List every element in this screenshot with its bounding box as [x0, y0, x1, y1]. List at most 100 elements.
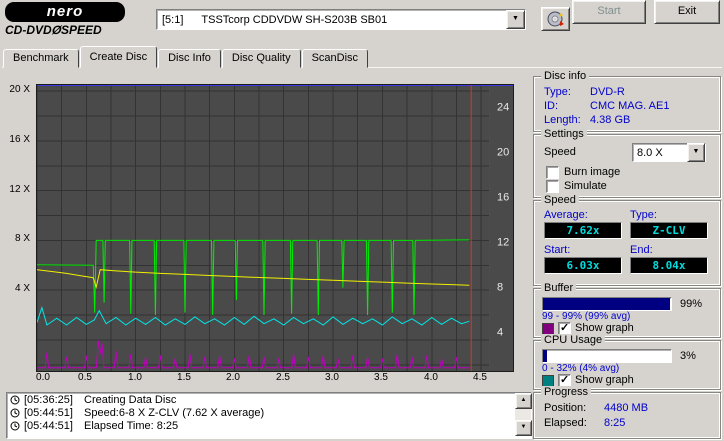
capacity-axis-labels: 0.0 0.5 1.0 1.5 2.0 2.5 3.0 3.5 4.0 4.5: [36, 372, 522, 385]
group-title: Speed: [541, 194, 579, 206]
log-time: [05:44:51]: [24, 419, 73, 432]
capacity-axis-tick: 1.0: [128, 372, 142, 383]
burn-disc-button[interactable]: [541, 7, 570, 31]
settings-group: Settings Speed 8.0 X ▼ Burn image Simula…: [533, 128, 721, 198]
average-label: Average:: [544, 209, 588, 221]
capacity-axis-tick: 1.5: [177, 372, 191, 383]
capacity-axis-tick: 3.0: [325, 372, 339, 383]
group-title: Buffer: [541, 282, 577, 294]
log-text: Creating Data Disc: [84, 393, 177, 406]
svg-text:12: 12: [497, 237, 509, 249]
progress-group: Progress Position: 4480 MB Elapsed: 8:25: [533, 386, 721, 439]
disc-info-group: Disc info Type: DVD-R ID: CMC MAG. AE1 Len…: [533, 70, 721, 132]
buffer-level-bar: [542, 297, 672, 311]
svg-text:16: 16: [497, 192, 509, 204]
type-label: Type:: [630, 209, 657, 221]
svg-text:8: 8: [497, 282, 503, 294]
drive-select-value: [5:1] TSSTcorp CDDVDW SH-S203B SB01: [162, 13, 388, 26]
tab-disc-info[interactable]: Disc Info: [158, 49, 221, 68]
log-panel: [05:36:25] Creating Data Disc [05:44:51]…: [6, 392, 532, 439]
write-type-display: Z-CLV: [630, 222, 708, 239]
buffer-range: 99 - 99% (99% avg): [542, 311, 631, 322]
nero-cd-dvd-speed-window: nero CD-DVDØSPEED [5:1] TSSTcorp CDDVDW S…: [0, 0, 724, 441]
buffer-level-fill: [543, 298, 670, 310]
group-title: Disc info: [541, 70, 590, 82]
log-entry: [05:44:51] Speed:6-8 X Z-CLV (7.62 X ave…: [7, 406, 531, 419]
cd-dvd-speed-logo: CD-DVDØSPEED: [5, 23, 102, 37]
speed-axis-tick: 12 X: [9, 184, 30, 195]
scroll-up-icon[interactable]: ▲: [515, 393, 532, 409]
tab-disc-quality[interactable]: Disc Quality: [221, 49, 301, 68]
speed-group: Speed Average: Type: 7.62x Z-CLV Start: …: [533, 194, 721, 286]
capacity-axis-tick: 2.0: [226, 372, 240, 383]
speed-axis-labels: 20 X 16 X 12 X 8 X 4 X: [0, 84, 32, 370]
end-speed-display: 8.04x: [630, 257, 708, 274]
group-title: Settings: [541, 128, 587, 140]
speed-axis-tick: 16 X: [9, 134, 30, 145]
nero-logo: nero CD-DVDØSPEED: [5, 2, 137, 42]
nero-logo-wordmark: nero: [5, 2, 125, 22]
cpu-range: 0 - 32% (4% avg): [542, 363, 620, 374]
start-label: Start:: [544, 244, 571, 256]
burn-disc-icon: [547, 11, 564, 27]
cpu-usage-fill: [543, 350, 547, 362]
write-speed-dropdown[interactable]: 8.0 X ▼: [632, 143, 706, 162]
capacity-axis-tick: 4.0: [424, 372, 438, 383]
cpu-usage-bar: [542, 349, 672, 363]
simulate-label: Simulate: [564, 180, 607, 192]
tab-scandisc[interactable]: ScanDisc: [301, 49, 369, 68]
disc-length-row: Length: 4.38 GB: [544, 114, 631, 126]
exit-button[interactable]: Exit: [654, 0, 720, 24]
buffer-show-graph-label: Show graph: [575, 322, 634, 334]
disc-type-row: Type: DVD-R: [544, 86, 625, 98]
tab-benchmark[interactable]: Benchmark: [3, 49, 79, 68]
capacity-axis-tick: 2.5: [276, 372, 290, 383]
capacity-axis-tick: 0.5: [78, 372, 92, 383]
cpu-show-graph-label: Show graph: [575, 374, 634, 386]
log-time: [05:36:25]: [24, 393, 73, 406]
speed-disc-icon: Ø: [50, 23, 62, 37]
log-scrollbar[interactable]: ▲ ▼: [515, 393, 532, 436]
group-title: CPU Usage: [541, 334, 606, 346]
chevron-down-icon[interactable]: ▼: [687, 143, 705, 162]
capacity-axis-tick: 0.0: [36, 372, 50, 383]
tab-create-disc[interactable]: Create Disc: [79, 46, 158, 68]
start-speed-display: 6.03x: [544, 257, 622, 274]
position-row: Position: 4480 MB: [544, 402, 649, 414]
group-title: Progress: [541, 386, 592, 398]
scroll-down-icon[interactable]: ▼: [515, 420, 532, 436]
simulate-checkbox[interactable]: [546, 180, 559, 193]
buffer-group: Buffer 99% 99 - 99% (99% avg) Show graph: [533, 282, 721, 338]
capacity-axis-tick: 3.5: [374, 372, 388, 383]
clock-icon: [10, 408, 20, 417]
chevron-down-icon[interactable]: ▼: [506, 10, 525, 29]
disc-id-row: ID: CMC MAG. AE1: [544, 100, 670, 112]
speed-axis-tick: 4 X: [14, 283, 30, 294]
drive-select-dropdown[interactable]: [5:1] TSSTcorp CDDVDW SH-S203B SB01 ▼: [156, 9, 526, 30]
speed-axis-tick: 8 X: [14, 233, 30, 244]
svg-text:20: 20: [497, 146, 509, 158]
burn-image-label: Burn image: [564, 166, 621, 178]
create-disc-graph: 24 20 16 12 8 4: [37, 85, 513, 371]
cpu-percent: 3%: [680, 350, 696, 362]
elapsed-row: Elapsed: 8:25: [544, 417, 626, 429]
svg-text:24: 24: [497, 101, 509, 113]
log-entry: [05:44:51] Elapsed Time: 8:25: [7, 419, 531, 432]
cpu-usage-group: CPU Usage 3% 0 - 32% (4% avg) Show graph: [533, 334, 721, 390]
create-disc-chart: 24 20 16 12 8 4: [36, 84, 514, 372]
speed-label: Speed: [544, 146, 576, 158]
svg-text:4: 4: [497, 327, 503, 339]
tab-strip: Benchmark Create Disc Disc Info Disc Qualit…: [3, 46, 369, 68]
log-text: Elapsed Time: 8:25: [84, 419, 179, 432]
burn-image-checkbox[interactable]: [546, 166, 559, 179]
speed-axis-tick: 20 X: [9, 84, 30, 95]
buffer-percent: 99%: [680, 298, 703, 310]
log-time: [05:44:51]: [24, 406, 73, 419]
average-speed-display: 7.62x: [544, 222, 622, 239]
log-entry: [05:36:25] Creating Data Disc: [7, 393, 531, 406]
start-button[interactable]: Start: [572, 0, 646, 24]
clock-icon: [10, 395, 20, 404]
log-text: Speed:6-8 X Z-CLV (7.62 X average): [84, 406, 265, 419]
clock-icon: [10, 421, 20, 430]
end-label: End:: [630, 244, 653, 256]
